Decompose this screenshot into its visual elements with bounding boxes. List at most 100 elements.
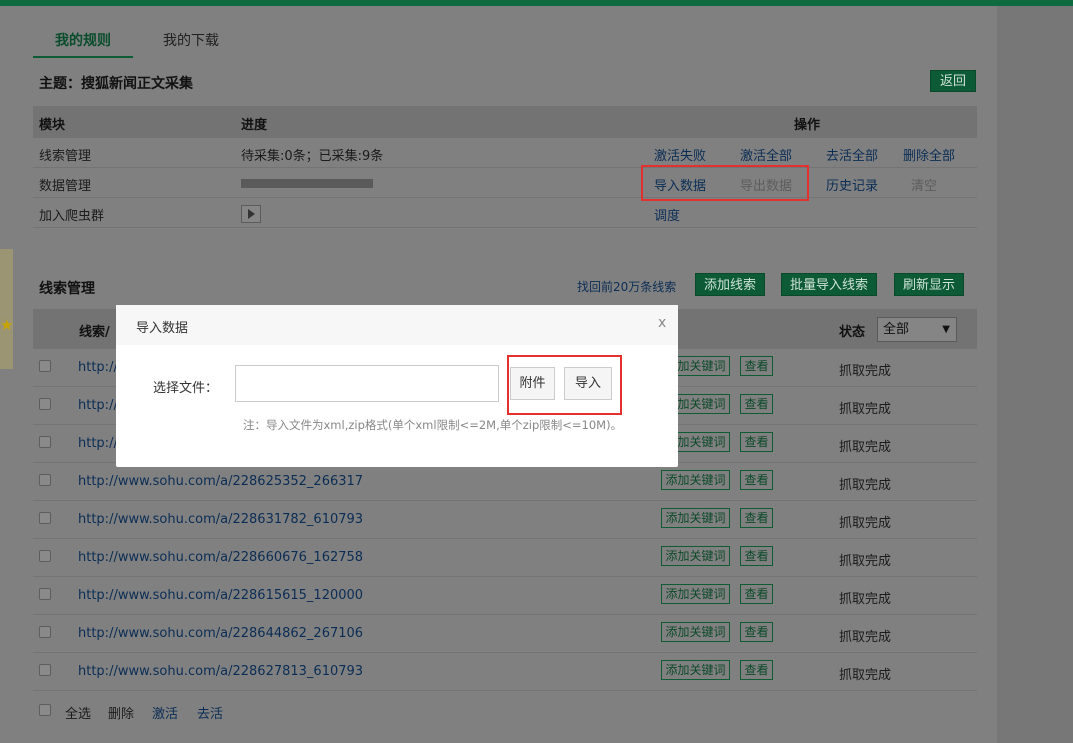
- chevron-down-icon: ▼: [942, 324, 950, 335]
- header-module: 模块: [39, 118, 66, 133]
- play-icon[interactable]: [241, 205, 261, 223]
- table-row: http://www.sohu.com/a/228644862_267106 添…: [33, 615, 977, 653]
- highlight-box: [507, 355, 622, 415]
- deactivate-link[interactable]: 去活: [197, 703, 223, 722]
- select-all-label[interactable]: 全选: [65, 703, 91, 722]
- row-status: 抓取完成: [839, 592, 892, 607]
- add-keyword-button[interactable]: 添加关键词: [661, 622, 730, 642]
- rules-table-header: 模块 进度 操作: [33, 106, 977, 138]
- view-button[interactable]: 查看: [740, 508, 773, 528]
- clue-url-link[interactable]: http://www.sohu.com/a/228625352_266317: [78, 474, 363, 489]
- row-status: 抓取完成: [839, 668, 892, 683]
- delete-link[interactable]: 删除: [108, 703, 134, 722]
- row-label: 加入爬虫群: [39, 209, 105, 224]
- view-button[interactable]: 查看: [740, 394, 773, 414]
- row-status: 抓取完成: [839, 402, 892, 417]
- left-background-strip: ★: [0, 6, 13, 743]
- star-icon: ★: [0, 316, 14, 334]
- table-footer-actions: 全选 删除 激活 去活: [33, 703, 433, 723]
- add-keyword-button[interactable]: 添加关键词: [661, 470, 730, 490]
- row-label: 线索管理: [39, 149, 92, 164]
- add-keyword-button[interactable]: 添加关键词: [661, 508, 730, 528]
- row-status: 抓取完成: [839, 516, 892, 531]
- status-filter-select[interactable]: 全部 ▼: [877, 317, 957, 342]
- clear-link: 清空: [911, 179, 938, 194]
- activate-failed-link[interactable]: 激活失败: [654, 145, 706, 164]
- file-path-input[interactable]: [235, 365, 499, 402]
- clues-section-title: 线索管理: [39, 281, 95, 297]
- deactivate-all-link[interactable]: 去活全部: [826, 145, 878, 164]
- highlight-box: [641, 165, 809, 201]
- refresh-button[interactable]: 刷新显示: [894, 273, 965, 296]
- delete-all-link[interactable]: 删除全部: [903, 145, 955, 164]
- history-link[interactable]: 历史记录: [826, 175, 878, 194]
- row-checkbox[interactable]: [39, 550, 51, 562]
- add-keyword-button[interactable]: 添加关键词: [661, 546, 730, 566]
- schedule-link[interactable]: 调度: [654, 205, 680, 224]
- add-keyword-button[interactable]: 添加关键词: [661, 584, 730, 604]
- batch-import-clues-button[interactable]: 批量导入线索: [781, 273, 878, 296]
- table-row: http://www.sohu.com/a/228615615_120000 添…: [33, 577, 977, 615]
- row-status: 抓取完成: [839, 478, 892, 493]
- background-banner: [0, 249, 13, 369]
- clue-url-link[interactable]: http://: [78, 436, 118, 451]
- page-title: 主题：搜狐新闻正文采集: [39, 76, 193, 92]
- dialog-header: 导入数据 x: [116, 305, 678, 345]
- clue-url-link[interactable]: http://www.sohu.com/a/228627813_610793: [78, 664, 363, 679]
- clue-url-link[interactable]: http://www.sohu.com/a/228615615_120000: [78, 588, 363, 603]
- clue-url-link[interactable]: http://: [78, 398, 118, 413]
- rule-row-data: 数据管理 导入数据 导出数据 历史记录 清空: [33, 168, 977, 198]
- recover-clues-link[interactable]: 找回前20万条线索: [577, 278, 676, 295]
- rule-row-clues: 线索管理 待采集:0条；已采集:9条 激活失败 激活全部 去活全部 删除全部: [33, 138, 977, 168]
- row-label: 数据管理: [39, 179, 92, 194]
- progress-bar: [241, 179, 373, 188]
- import-data-dialog: 导入数据 x 选择文件： 附件 导入 注：导入文件为xml,zip格式(单个xm…: [116, 305, 678, 467]
- view-button[interactable]: 查看: [740, 470, 773, 490]
- clue-url-link[interactable]: http://www.sohu.com/a/228660676_162758: [78, 550, 363, 565]
- view-button[interactable]: 查看: [740, 546, 773, 566]
- tab-bar: 我的规则 我的下载: [33, 30, 977, 58]
- file-field-label: 选择文件：: [153, 381, 219, 396]
- select-all-checkbox[interactable]: [39, 704, 51, 716]
- add-clue-button[interactable]: 添加线索: [695, 273, 766, 296]
- row-status: 抓取完成: [839, 554, 892, 569]
- view-button[interactable]: 查看: [740, 432, 773, 452]
- row-status: 抓取完成: [839, 630, 892, 645]
- clue-url-link[interactable]: http://www.sohu.com/a/228631782_610793: [78, 512, 363, 527]
- activate-link[interactable]: 激活: [152, 703, 178, 722]
- row-checkbox[interactable]: [39, 436, 51, 448]
- row-checkbox[interactable]: [39, 588, 51, 600]
- back-button[interactable]: 返回: [930, 70, 976, 92]
- header-status: 状态: [839, 325, 866, 340]
- row-checkbox[interactable]: [39, 626, 51, 638]
- table-row: http://www.sohu.com/a/228625352_266317 添…: [33, 463, 977, 501]
- row-status: 抓取完成: [839, 440, 892, 455]
- clue-url-link[interactable]: http://www.sohu.com/a/228644862_267106: [78, 626, 363, 641]
- dialog-note: 注：导入文件为xml,zip格式(单个xml限制<=2M,单个zip限制<=10…: [243, 418, 623, 432]
- header-clue: 线索/: [79, 325, 110, 340]
- right-background: [997, 6, 1073, 743]
- row-checkbox[interactable]: [39, 512, 51, 524]
- header-progress: 进度: [241, 118, 268, 133]
- status-filter-value: 全部: [883, 322, 910, 337]
- view-button[interactable]: 查看: [740, 622, 773, 642]
- rule-row-crawler: 加入爬虫群 调度: [33, 198, 977, 228]
- row-checkbox[interactable]: [39, 474, 51, 486]
- row-checkbox[interactable]: [39, 664, 51, 676]
- view-button[interactable]: 查看: [740, 660, 773, 680]
- header-actions: 操作: [794, 118, 821, 133]
- view-button[interactable]: 查看: [740, 584, 773, 604]
- dialog-title: 导入数据: [136, 321, 189, 336]
- row-status: 抓取完成: [839, 364, 892, 379]
- row-checkbox[interactable]: [39, 398, 51, 410]
- table-row: http://www.sohu.com/a/228627813_610793 添…: [33, 653, 977, 691]
- clue-url-link[interactable]: http://: [78, 360, 118, 375]
- tab-my-downloads[interactable]: 我的下载: [141, 30, 241, 58]
- view-button[interactable]: 查看: [740, 356, 773, 376]
- tab-my-rules[interactable]: 我的规则: [33, 30, 133, 58]
- row-checkbox[interactable]: [39, 360, 51, 372]
- add-keyword-button[interactable]: 添加关键词: [661, 660, 730, 680]
- table-row: http://www.sohu.com/a/228660676_162758 添…: [33, 539, 977, 577]
- close-icon[interactable]: x: [658, 315, 666, 331]
- activate-all-link[interactable]: 激活全部: [740, 145, 792, 164]
